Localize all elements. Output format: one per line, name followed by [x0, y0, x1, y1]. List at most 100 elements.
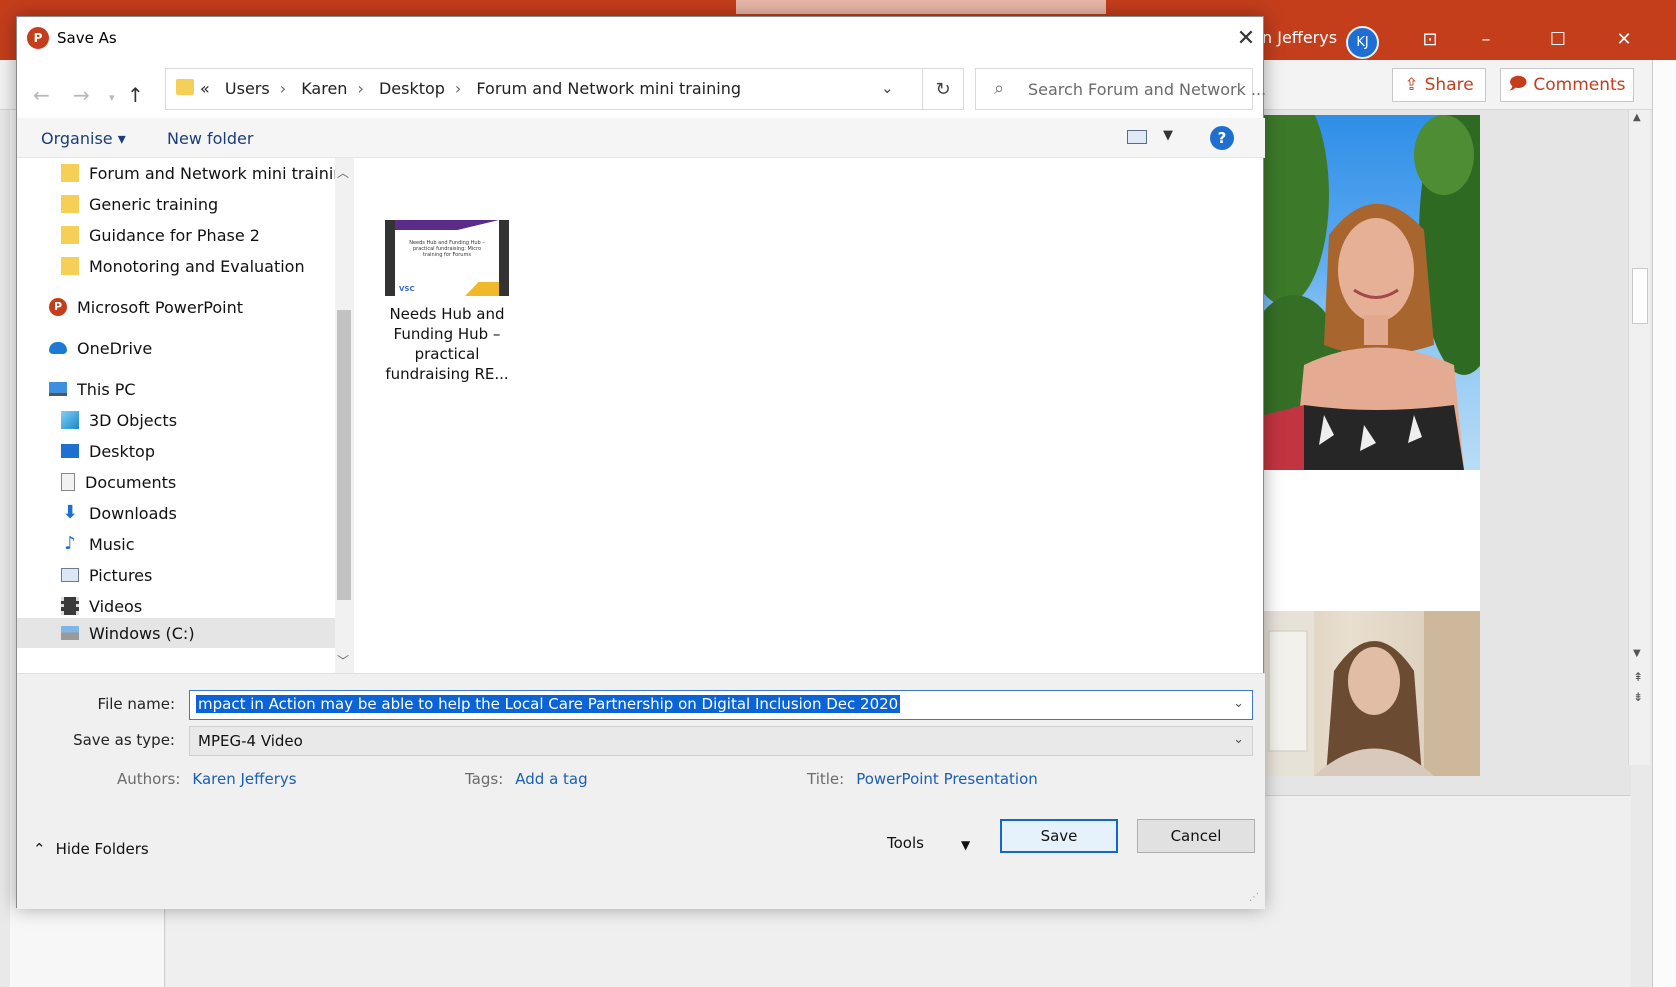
close-icon[interactable]: ✕ [1231, 23, 1261, 53]
folder-icon [61, 195, 79, 213]
resize-grip-icon[interactable]: ⋰ [1249, 892, 1259, 903]
chevron-down-icon[interactable]: ﹀ [337, 652, 349, 669]
chevron-up-icon[interactable]: ︿ [337, 164, 349, 181]
slide-scrollbar-thumb[interactable] [1632, 268, 1648, 324]
nav-item-pictures[interactable]: Pictures [61, 560, 152, 590]
next-slide-icon[interactable]: ⇟ [1633, 690, 1643, 704]
search-placeholder: Search Forum and Network ... [1028, 80, 1267, 99]
thumbnail-text: Needs Hub and Funding Hub – practical fu… [409, 240, 485, 258]
hide-folders-label: Hide Folders [55, 840, 149, 858]
search-icon: ⌕ [994, 78, 1005, 99]
music-icon: ♪ [64, 533, 76, 554]
folder-icon [61, 257, 79, 275]
new-folder-button[interactable]: New folder [167, 129, 253, 148]
tags-value[interactable]: Add a tag [515, 770, 587, 788]
previous-slide-icon[interactable]: ⇞ [1633, 670, 1643, 684]
scroll-down-icon[interactable]: ▼ [1633, 648, 1641, 659]
file-name-value: mpact in Action may be able to help the … [196, 695, 901, 713]
slide-photo-woman-outdoors[interactable] [1264, 115, 1480, 470]
nav-item-label: Music [89, 534, 135, 554]
nav-scrollbar-thumb[interactable] [337, 310, 351, 600]
dialog-title: Save As [57, 29, 117, 47]
chevron-down-icon[interactable]: ⌄ [1233, 696, 1244, 711]
tags-label: Tags: [465, 770, 504, 788]
documents-icon [61, 473, 75, 491]
nav-item-monotoring[interactable]: Monotoring and Evaluation [61, 251, 305, 281]
nav-item-this-pc[interactable]: This PC [49, 374, 136, 404]
nav-item-label: Monotoring and Evaluation [89, 256, 305, 276]
breadcrumb-desktop[interactable]: Desktop [379, 79, 445, 98]
cancel-button[interactable]: Cancel [1137, 819, 1255, 853]
organise-button[interactable]: Organise ▾ [41, 129, 126, 148]
downloads-icon: ⬇ [62, 502, 78, 523]
nav-item-music[interactable]: ♪ Music [61, 529, 135, 559]
save-as-type-select[interactable]: MPEG-4 Video ⌄ [189, 726, 1253, 756]
view-options-chevron-icon[interactable]: ▼ [1163, 128, 1173, 143]
share-button[interactable]: ⇪ Share [1392, 68, 1486, 102]
nav-item-documents[interactable]: Documents [61, 467, 176, 497]
nav-item-guidance-phase-2[interactable]: Guidance for Phase 2 [61, 220, 260, 250]
navigation-pane[interactable]: Forum and Network mini training Generic … [17, 158, 354, 673]
file-list-area[interactable]: Needs Hub and Funding Hub – practical fu… [355, 158, 1263, 673]
address-bar[interactable]: « Users › Karen › Desktop › Forum and Netwo… [165, 68, 923, 110]
pc-icon [49, 382, 67, 396]
back-arrow-icon[interactable]: ← [33, 83, 50, 107]
change-view-icon[interactable] [1127, 130, 1147, 144]
slide-scrollbar[interactable]: ▲ ▼ ⇞ ⇟ [1628, 110, 1650, 765]
share-icon: ⇪ [1404, 75, 1419, 95]
forward-arrow-icon[interactable]: → [73, 83, 90, 107]
breadcrumb-overflow[interactable]: « [200, 79, 210, 98]
folder-icon [176, 79, 194, 95]
search-input[interactable]: ⌕ Search Forum and Network ... [975, 68, 1266, 110]
ribbon-display-icon[interactable]: ⊡ [1410, 24, 1450, 54]
hide-folders-button[interactable]: ⌃ Hide Folders [33, 840, 149, 858]
nav-item-label: Microsoft PowerPoint [77, 297, 243, 317]
nav-item-label: 3D Objects [89, 410, 178, 430]
nav-item-label: Pictures [89, 565, 153, 585]
window-close-icon[interactable]: ✕ [1604, 24, 1644, 54]
share-label: Share [1424, 75, 1474, 95]
powerpoint-icon: P [49, 298, 67, 316]
save-as-dialog: P Save As ✕ ← → ▾ ↑ « Users › Karen › Desk… [16, 16, 1266, 909]
avatar[interactable]: KJ [1346, 26, 1379, 59]
authors-value[interactable]: Karen Jefferys [192, 770, 296, 788]
slide-photo-woman-indoors[interactable] [1264, 611, 1480, 776]
tools-chevron-down-icon[interactable]: ▼ [961, 838, 970, 852]
breadcrumb-users[interactable]: Users [225, 79, 270, 98]
nav-item-downloads[interactable]: ⬇ Downloads [61, 498, 176, 528]
video-thumbnail[interactable]: Needs Hub and Funding Hub – practical fu… [385, 220, 509, 296]
chevron-down-icon[interactable]: ⌄ [881, 79, 894, 97]
nav-item-forum-and-network[interactable]: Forum and Network mini training [61, 158, 354, 188]
thumbnail-logo: VSC [399, 285, 415, 293]
breadcrumb-current-folder[interactable]: Forum and Network mini training [476, 79, 741, 98]
nav-item-onedrive[interactable]: OneDrive [49, 333, 152, 363]
nav-item-microsoft-powerpoint[interactable]: P Microsoft PowerPoint [49, 292, 243, 322]
maximize-icon[interactable]: ☐ [1538, 24, 1578, 54]
nav-item-label: Generic training [89, 194, 219, 214]
save-button[interactable]: Save [1000, 819, 1118, 853]
nav-item-videos[interactable]: Videos [61, 591, 142, 621]
help-icon[interactable]: ? [1210, 126, 1234, 150]
thumbnail-footer-band [465, 282, 499, 296]
nav-item-windows-c[interactable]: Windows (C:) [17, 618, 335, 648]
up-arrow-icon[interactable]: ↑ [127, 83, 144, 107]
pictures-icon [61, 568, 79, 582]
nav-item-label: Desktop [89, 441, 155, 461]
nav-item-generic-training[interactable]: Generic training [61, 189, 218, 219]
tools-button[interactable]: Tools [887, 834, 924, 852]
comments-button[interactable]: 🗩 Comments [1500, 68, 1634, 102]
breadcrumb-karen[interactable]: Karen [301, 79, 347, 98]
powerpoint-search-box[interactable] [736, 0, 1106, 14]
recent-locations-icon[interactable]: ▾ [109, 91, 115, 104]
chevron-down-icon[interactable]: ⌄ [1233, 732, 1244, 747]
title-value[interactable]: PowerPoint Presentation [856, 770, 1038, 788]
nav-item-desktop[interactable]: Desktop [61, 436, 155, 466]
nav-item-3d-objects[interactable]: 3D Objects [61, 405, 177, 435]
scroll-up-icon[interactable]: ▲ [1633, 112, 1641, 123]
refresh-icon[interactable]: ↻ [922, 68, 964, 110]
nav-item-label: OneDrive [77, 338, 153, 358]
save-options-panel: File name: mpact in Action may be able t… [17, 673, 1265, 909]
minimize-icon[interactable]: – [1466, 24, 1506, 54]
file-name-field[interactable]: mpact in Action may be able to help the … [189, 690, 1253, 720]
powerpoint-user-name: n Jefferys [1262, 28, 1338, 47]
